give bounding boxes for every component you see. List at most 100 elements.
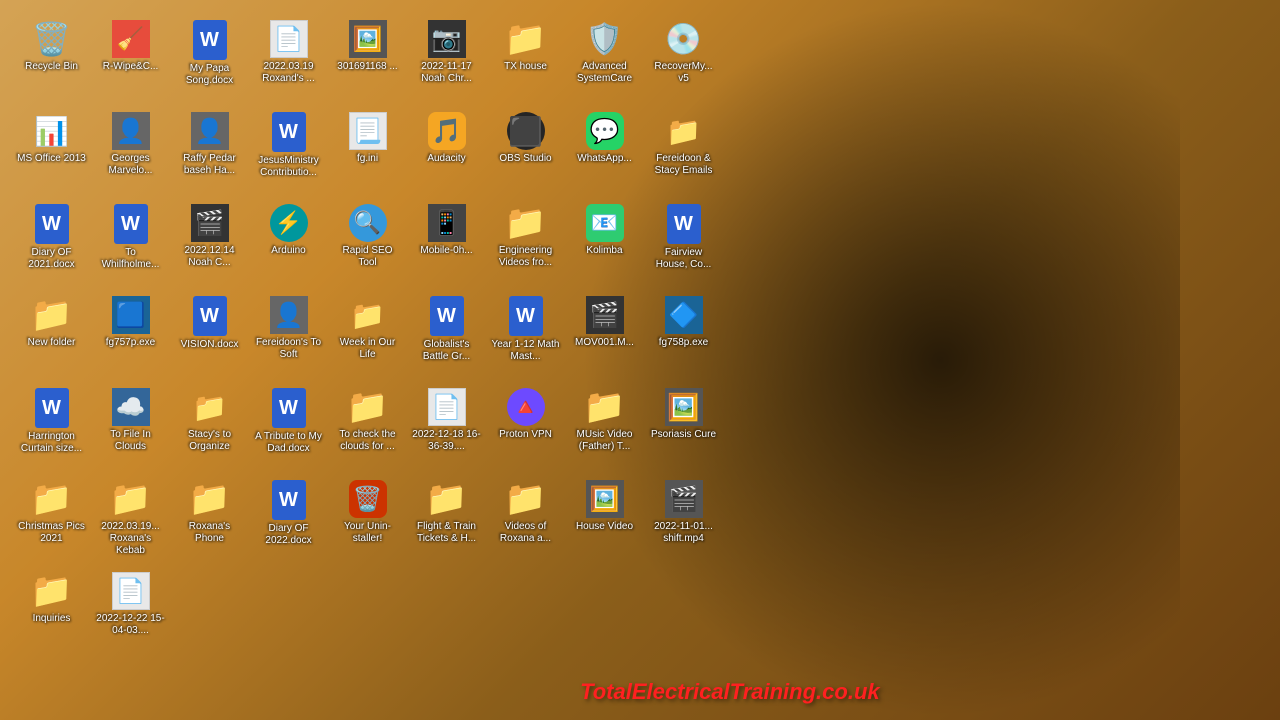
icon-label-new-folder: New folder [28, 337, 76, 349]
desktop-icon-vision-docx[interactable]: WVISION.docx [173, 291, 246, 381]
desktop-icon-recycle-bin[interactable]: 🗑️Recycle Bin [15, 15, 88, 105]
desktop-icon-stacys-to-organize[interactable]: 📁Stacy's to Organize [173, 383, 246, 473]
desktop-icon-engineering-videos[interactable]: 📁Engineering Videos fro... [489, 199, 562, 289]
icon-label-r-wipe: R-Wipe&C... [103, 61, 159, 73]
desktop-icon-diary-of-2022[interactable]: WDiary OF 2022.docx [252, 475, 325, 565]
desktop-icon-videos-of-roxana[interactable]: 📁Videos of Roxana a... [489, 475, 562, 565]
icon-image-mobile-0h: 📱 [428, 204, 466, 242]
desktop-icon-music-video-father[interactable]: 📁MUsic Video (Father) T... [568, 383, 641, 473]
desktop-icon-kolimba[interactable]: 📧 Kolimba [568, 199, 641, 289]
desktop-icon-2022-03-19-kebab[interactable]: 📁2022.03.19... Roxana's Kebab [94, 475, 167, 565]
icon-label-proton-vpn: Proton VPN [499, 429, 552, 441]
icon-label-videos-of-roxana: Videos of Roxana a... [491, 521, 560, 545]
icon-image-to-whilfholme: W [114, 204, 148, 244]
icon-label-fairview-house: Fairview House, Co... [649, 247, 718, 271]
desktop-icon-house-video[interactable]: 🖼️House Video [568, 475, 641, 565]
desktop-icon-to-check-the-clouds[interactable]: 📁To check the clouds for ... [331, 383, 404, 473]
desktop-icon-2022-03-19-roxana[interactable]: 📄2022.03.19 Roxand's ... [252, 15, 325, 105]
desktop-icon-inquiries[interactable]: 📁Inquiries [15, 567, 88, 657]
icon-label-2022-11-17-noah: 2022-11-17 Noah Chr... [412, 61, 481, 85]
icon-image-fg-ini: 📃 [349, 112, 387, 150]
icon-label-recovermy: RecoverMy... v5 [649, 61, 718, 85]
icon-image-2022-11-01-shift: 🎬 [665, 480, 703, 518]
desktop-icon-recovermy[interactable]: 💿RecoverMy... v5 [647, 15, 720, 105]
desktop-icon-fairview-house[interactable]: WFairview House, Co... [647, 199, 720, 289]
desktop-icon-new-folder[interactable]: 📁 New folder [15, 291, 88, 381]
desktop-icon-ms-office-2013[interactable]: 📊MS Office 2013 [15, 107, 88, 197]
icon-label-harrington-curtain: Harrington Curtain size... [17, 431, 86, 455]
icon-image-new-folder: 📁 [33, 296, 71, 334]
desktop-icon-fg-ini[interactable]: 📃fg.ini [331, 107, 404, 197]
icon-image-raffy-pedar: 👤 [191, 112, 229, 150]
desktop-icon-proton-vpn[interactable]: 🔺Proton VPN [489, 383, 562, 473]
icon-image-obs-studio: ⬛ [507, 112, 545, 150]
icon-label-whatsapp: WhatsApp... [577, 153, 631, 165]
icon-image-christmas-pics-2021: 📁 [33, 480, 71, 518]
desktop-icon-my-papa[interactable]: W My Papa Song.docx [173, 15, 246, 105]
icon-label-inquiries: Inquiries [33, 613, 71, 625]
desktop-icon-tx-house[interactable]: 📁TX house [489, 15, 562, 105]
icon-label-christmas-pics-2021: Christmas Pics 2021 [17, 521, 86, 545]
icon-label-fg757p-exe: fg757p.exe [106, 337, 156, 349]
icon-label-2022-12-22: 2022-12-22 15-04-03.... [96, 613, 165, 637]
desktop-icon-audacity[interactable]: 🎵Audacity [410, 107, 483, 197]
icon-label-georges-marvelo: Georges Marvelo... [96, 153, 165, 177]
desktop-icon-christmas-pics-2021[interactable]: 📁 Christmas Pics 2021 [15, 475, 88, 565]
desktop-icon-harrington-curtain[interactable]: WHarrington Curtain size... [15, 383, 88, 473]
icon-image-recycle-bin: 🗑️ [33, 20, 71, 58]
desktop-icon-2022-11-01-shift[interactable]: 🎬2022-11-01... shift.mp4 [647, 475, 720, 565]
icon-image-my-papa: W [193, 20, 227, 60]
desktop-icon-arduino[interactable]: ⚡Arduino [252, 199, 325, 289]
desktop-icon-to-whilfholme[interactable]: WTo Whilfholme... [94, 199, 167, 289]
icon-label-fereidoon-stacy: Fereidoon & Stacy Emails [649, 153, 718, 177]
desktop-icon-mobile-0h[interactable]: 📱Mobile-0h... [410, 199, 483, 289]
desktop-icon-to-file-in-clouds[interactable]: ☁️To File In Clouds [94, 383, 167, 473]
icon-image-kolimba: 📧 [586, 204, 624, 242]
desktop-icon-mov001-m[interactable]: 🎬MOV001.M... [568, 291, 641, 381]
icon-image-2022-03-19-kebab: 📁 [112, 480, 150, 518]
desktop-icon-fereidoon-stacy[interactable]: 📁Fereidoon & Stacy Emails [647, 107, 720, 197]
desktop-icon-2022-11-17-noah[interactable]: 📷2022-11-17 Noah Chr... [410, 15, 483, 105]
icon-label-my-papa: My Papa Song.docx [175, 63, 244, 87]
icon-label-raffy-pedar: Raffy Pedar baseh Ha... [175, 153, 244, 177]
icon-label-kolimba: Kolimba [586, 245, 622, 257]
desktop-icon-2022-12-18[interactable]: 📄2022-12-18 16-36-39.... [410, 383, 483, 473]
desktop-icon-fereidoons-to-soft[interactable]: 👤Fereidoon's To Soft [252, 291, 325, 381]
desktop-icon-r-wipe[interactable]: 🧹R-Wipe&C... [94, 15, 167, 105]
desktop-icon-diary-of-2021[interactable]: WDiary OF 2021.docx [15, 199, 88, 289]
icon-image-diary-of-2021: W [35, 204, 69, 244]
desktop-icon-2022-12-22[interactable]: 📄2022-12-22 15-04-03.... [94, 567, 167, 657]
desktop-icon-rapid-seo[interactable]: 🔍Rapid SEO Tool [331, 199, 404, 289]
desktop-icon-tribute-to-my-dad[interactable]: WA Tribute to My Dad.docx [252, 383, 325, 473]
icon-image-engineering-videos: 📁 [507, 204, 545, 242]
desktop-icon-georges-marvelo[interactable]: 👤Georges Marvelo... [94, 107, 167, 197]
desktop-icon-301691168[interactable]: 🖼️301691168 ... [331, 15, 404, 105]
desktop-icon-jesus-ministry[interactable]: WJesusMinistry Contributio... [252, 107, 325, 197]
icon-label-advanced-systemcare: Advanced SystemCare [570, 61, 639, 85]
icon-image-jesus-ministry: W [272, 112, 306, 152]
icon-image-2022-03-19-roxana: 📄 [270, 20, 308, 58]
desktop-icon-fg757p-exe[interactable]: 🟦fg757p.exe [94, 291, 167, 381]
desktop-icon-whatsapp[interactable]: 💬WhatsApp... [568, 107, 641, 197]
desktop-icon-year-1-12-math[interactable]: WYear 1-12 Math Mast... [489, 291, 562, 381]
desktop-icon-globalists-battle[interactable]: WGlobalist's Battle Gr... [410, 291, 483, 381]
icon-label-2022-12-18: 2022-12-18 16-36-39.... [412, 429, 481, 453]
icon-label-2022-12-14-noah: 2022.12.14 Noah C... [175, 245, 244, 269]
desktop-icon-advanced-systemcare[interactable]: 🛡️Advanced SystemCare [568, 15, 641, 105]
desktop-icon-obs-studio[interactable]: ⬛OBS Studio [489, 107, 562, 197]
icon-label-tribute-to-my-dad: A Tribute to My Dad.docx [254, 431, 323, 455]
desktop-icon-raffy-pedar[interactable]: 👤 Raffy Pedar baseh Ha... [173, 107, 246, 197]
desktop-icon-flight-train[interactable]: 📁Flight & Train Tickets & H... [410, 475, 483, 565]
icon-label-fg758p-exe: fg758p.exe [659, 337, 709, 349]
desktop-icon-roxanas-phone[interactable]: 📁Roxana's Phone [173, 475, 246, 565]
icon-label-tx-house: TX house [504, 61, 547, 73]
desktop-icon-2022-12-14-noah[interactable]: 🎬2022.12.14 Noah C... [173, 199, 246, 289]
desktop-icon-fg758p-exe[interactable]: 🔷fg758p.exe [647, 291, 720, 381]
icon-label-2022-03-19-kebab: 2022.03.19... Roxana's Kebab [96, 521, 165, 557]
desktop-icon-psoriasis-cure[interactable]: 🖼️Psoriasis Cure [647, 383, 720, 473]
desktop-icon-week-in-our-life[interactable]: 📁Week in Our Life [331, 291, 404, 381]
icon-label-roxanas-phone: Roxana's Phone [175, 521, 244, 545]
desktop: 🗑️Recycle Bin🧹R-Wipe&C... W My Papa Song.d… [0, 0, 1280, 720]
icon-image-globalists-battle: W [430, 296, 464, 336]
desktop-icon-your-uninstaller[interactable]: 🗑️Your Unin-staller! [331, 475, 404, 565]
